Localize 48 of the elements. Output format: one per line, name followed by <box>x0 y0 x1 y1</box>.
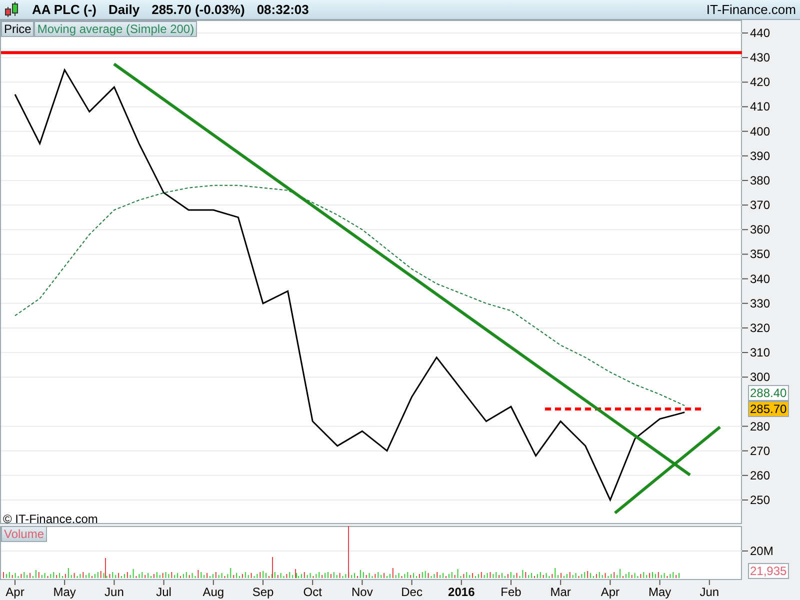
y-axis-label: 430 <box>750 50 770 65</box>
y-axis-label: 260 <box>750 468 770 482</box>
x-axis-label: 2016 <box>448 585 475 599</box>
x-axis-label: May <box>53 585 76 599</box>
y-axis-label: 250 <box>750 493 770 507</box>
y-axis-label: 330 <box>750 296 770 310</box>
x-axis-label: Jun <box>104 585 124 599</box>
legend-item: Price <box>1 21 34 37</box>
y-axis-label: 270 <box>750 444 770 458</box>
y-axis-label: 360 <box>750 222 770 237</box>
period-label: Daily <box>108 0 140 19</box>
y-axis-label: 300 <box>750 370 770 384</box>
x-axis-label: Sep <box>252 585 274 599</box>
y-axis-label: 440 <box>750 26 770 40</box>
y-axis-label: 400 <box>750 124 770 138</box>
volume-reading: 21,935 <box>748 563 789 579</box>
y-axis-label: 280 <box>750 419 770 434</box>
x-axis-label: Nov <box>352 585 373 599</box>
y-axis-label: 350 <box>750 247 770 262</box>
candlestick-icon <box>4 2 20 18</box>
volume-axis-label: 20M <box>750 544 774 558</box>
x-axis-label: Apr <box>600 585 620 599</box>
y-axis-label: 380 <box>750 173 770 188</box>
x-axis-label: Aug <box>202 585 224 599</box>
y-axis-label: 320 <box>750 320 770 335</box>
copyright-text: © IT-Finance.com <box>3 511 98 528</box>
volume-label: Volume <box>1 526 48 542</box>
price-value-label: 288.40 <box>748 385 789 401</box>
x-axis-label: Feb <box>500 585 522 599</box>
y-axis-label: 370 <box>750 198 770 212</box>
y-axis-label: 410 <box>750 100 770 114</box>
x-axis-label: Oct <box>303 585 322 599</box>
instrument-name: AA PLC (-) <box>32 0 97 19</box>
brand-name: IT-Finance.com <box>706 0 796 19</box>
y-axis-label: 310 <box>750 346 770 360</box>
legend-item: Moving average (Simple 200) <box>34 21 198 37</box>
quote-value: 285.70 (-0.03%) <box>152 0 245 19</box>
x-axis-label: Dec <box>401 585 422 599</box>
y-axis-label: 420 <box>750 75 770 90</box>
price-value-label: 285.70 <box>748 401 789 417</box>
x-axis-label: May <box>648 585 672 599</box>
x-axis-label: Apr <box>6 585 24 599</box>
x-axis-label: Jun <box>700 585 720 599</box>
quote-time: 08:32:03 <box>256 0 309 19</box>
y-axis-label: 340 <box>750 272 770 286</box>
x-axis-label: Mar <box>550 585 571 599</box>
x-axis-label: Jul <box>156 585 172 599</box>
y-axis-label: 390 <box>750 148 770 163</box>
